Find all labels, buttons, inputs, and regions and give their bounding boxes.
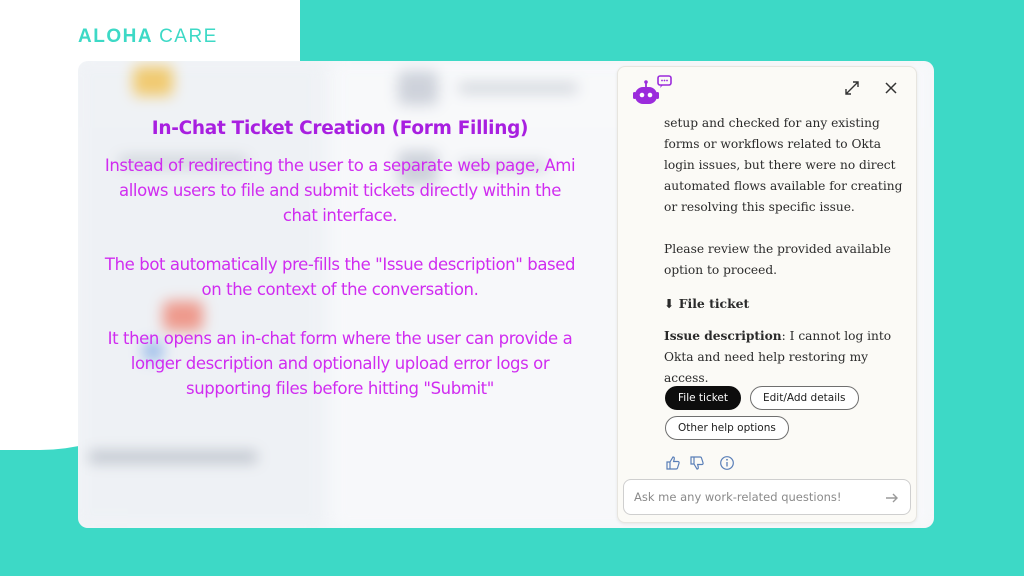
expand-button[interactable] [841,77,863,99]
thumbs-down-icon[interactable] [689,455,705,471]
brand-name-part1: ALOHA [78,26,154,47]
bot-message: setup and checked for any existing forms… [664,113,904,389]
close-button[interactable] [880,77,902,99]
message-paragraph-1: setup and checked for any existing forms… [664,116,903,214]
chat-widget: setup and checked for any existing forms… [617,66,917,523]
file-ticket-heading: ⬇ File ticket [664,296,750,311]
info-icon[interactable] [719,455,735,471]
send-arrow-icon[interactable] [884,490,900,506]
robot-chat-icon [633,75,672,104]
issue-description: Issue description: I cannot log into Okt… [664,326,904,389]
file-ticket-button[interactable]: File ticket [665,386,741,410]
message-paragraph-2: Please review the provided available opt… [664,242,891,277]
feature-paragraph-2: The bot automatically pre-fills the "Iss… [104,255,576,299]
issue-label: Issue description [664,329,782,343]
chat-input-box [623,479,911,515]
brand-name-part2: CARE [159,26,218,47]
feature-description: In-Chat Ticket Creation (Form Filling) I… [100,118,580,425]
edit-add-details-button[interactable]: Edit/Add details [750,386,859,410]
feature-paragraph-1: Instead of redirecting the user to a sep… [104,156,576,225]
brand-logo: ALOHA CARE [78,26,218,48]
close-icon [885,82,897,94]
thumbs-up-icon[interactable] [665,455,681,471]
feature-title: In-Chat Ticket Creation (Form Filling) [151,118,529,139]
chat-input[interactable] [634,480,874,514]
expand-icon [845,81,859,95]
feature-paragraph-3: It then opens an in-chat form where the … [107,329,573,398]
other-help-options-button[interactable]: Other help options [665,416,789,440]
chat-header [618,67,916,111]
feedback-row [665,455,735,471]
